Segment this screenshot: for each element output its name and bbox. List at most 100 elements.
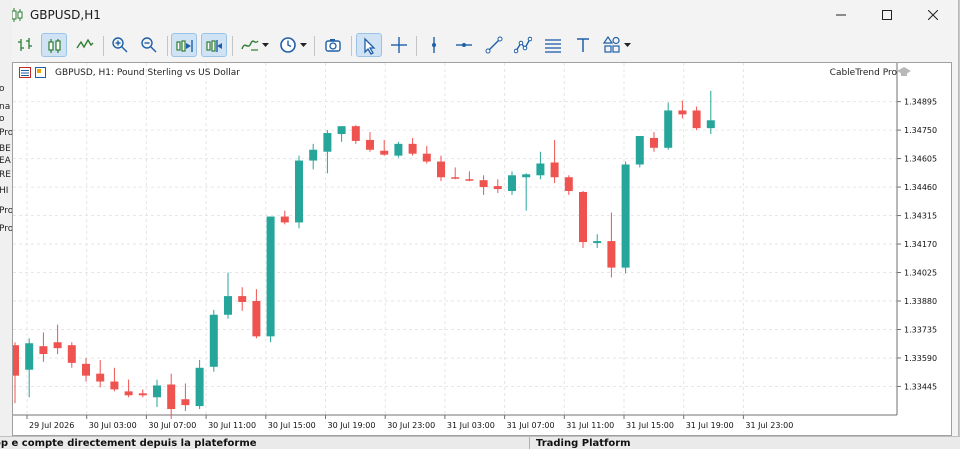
text-button[interactable]	[570, 33, 596, 57]
bearish-candle[interactable]	[451, 167, 460, 180]
bearish-candle[interactable]	[437, 155, 445, 182]
bullish-candle[interactable]	[621, 161, 630, 274]
bearish-candle[interactable]	[493, 179, 502, 193]
zoom-in-button[interactable]	[107, 33, 133, 57]
chart-area[interactable]: 1.34895 1.34750 1.34605 1.34460 1.34315 1.341…	[12, 62, 952, 436]
bearish-candle[interactable]	[579, 191, 587, 248]
price-chart[interactable]: 1.34895 1.34750 1.34605 1.34460 1.34315 1.341…	[13, 63, 951, 435]
bullish-candle[interactable]	[295, 155, 303, 229]
bearish-candle[interactable]	[607, 212, 616, 278]
close-button[interactable]	[910, 0, 956, 30]
vertical-line-button[interactable]	[421, 33, 447, 57]
channels-button[interactable]	[540, 33, 566, 57]
horizontal-line-button[interactable]	[451, 33, 477, 57]
shapes-icon	[603, 36, 620, 53]
bearish-candle[interactable]	[280, 210, 289, 225]
bearish-candle[interactable]	[422, 145, 431, 164]
toolbar-separator	[416, 36, 417, 56]
title-bar[interactable]: GBPUSD,H1	[0, 0, 958, 30]
bearish-candle[interactable]	[53, 324, 62, 355]
candle-body	[508, 175, 516, 191]
minimize-button[interactable]	[818, 0, 864, 30]
candle-body	[607, 241, 616, 268]
bearish-candle[interactable]	[167, 373, 176, 419]
bullish-candle[interactable]	[508, 171, 516, 195]
bullish-candle[interactable]	[195, 359, 204, 410]
bearish-candle[interactable]	[181, 383, 190, 412]
bullish-candle[interactable]	[394, 141, 403, 158]
bullish-candle[interactable]	[153, 379, 161, 408]
chevron-down-icon[interactable]	[262, 43, 269, 48]
bullish-candle[interactable]	[309, 143, 318, 170]
indicators-button[interactable]	[237, 33, 263, 57]
bearish-candle[interactable]	[692, 106, 701, 131]
zoom-out-button[interactable]	[136, 33, 162, 57]
bullish-candle[interactable]	[536, 151, 545, 180]
price-label: 1.34605	[904, 155, 937, 164]
screenshot-button[interactable]	[320, 33, 346, 57]
bearish-candle[interactable]	[550, 139, 559, 184]
bullish-candle[interactable]	[323, 130, 332, 174]
bullish-candle[interactable]	[337, 126, 346, 142]
bearish-candle[interactable]	[479, 175, 488, 195]
bullish-candle[interactable]	[266, 216, 275, 343]
time-label: 30 Jul 19:00	[328, 421, 376, 430]
bearish-candle[interactable]	[138, 389, 147, 398]
bearish-candle[interactable]	[39, 332, 48, 362]
bullish-candle[interactable]	[593, 234, 602, 248]
bullish-candle[interactable]	[224, 272, 232, 319]
candle-body	[650, 137, 658, 148]
shapes-button[interactable]	[599, 33, 625, 57]
bullish-candle[interactable]	[522, 173, 531, 211]
bearish-candle[interactable]	[13, 342, 19, 404]
chart-shift-button[interactable]	[201, 33, 227, 57]
chart-toolbar	[0, 30, 958, 62]
bullish-candle[interactable]	[25, 338, 34, 398]
bullish-candle[interactable]	[209, 309, 218, 372]
candle-body	[394, 143, 403, 156]
bearish-candle[interactable]	[252, 289, 261, 339]
bullish-candle[interactable]	[635, 136, 644, 168]
time-label: 31 Jul 07:00	[507, 421, 555, 430]
one-click-trading-icon[interactable]	[19, 67, 31, 78]
candle-body	[593, 241, 602, 244]
bearish-candle[interactable]	[380, 139, 389, 156]
bearish-candle[interactable]	[564, 175, 573, 195]
candlestick-button[interactable]	[41, 33, 67, 57]
bearish-candle[interactable]	[408, 137, 417, 156]
trendline-button[interactable]	[481, 33, 507, 57]
background-text-fragment: HI	[0, 186, 9, 196]
cursor-button[interactable]	[356, 33, 382, 57]
bearish-candle[interactable]	[110, 367, 119, 392]
chevron-down-icon[interactable]	[300, 43, 307, 48]
maximize-icon	[882, 10, 892, 20]
bearish-candle[interactable]	[67, 342, 76, 368]
bearish-candle[interactable]	[124, 379, 133, 398]
time-label: 29 Jul 2026	[29, 421, 74, 430]
chevron-down-icon[interactable]	[624, 43, 631, 48]
objects-button[interactable]	[510, 33, 536, 57]
maximize-button[interactable]	[864, 0, 910, 30]
timeframes-button[interactable]	[275, 33, 301, 57]
candle-body	[351, 126, 360, 141]
crosshair-button[interactable]	[386, 33, 412, 57]
bearish-candle[interactable]	[96, 359, 105, 388]
bullish-candle[interactable]	[706, 90, 715, 135]
candle-body	[692, 110, 701, 129]
bearish-candle[interactable]	[678, 100, 687, 119]
bullish-candle[interactable]	[664, 102, 673, 150]
symbol-info-icon[interactable]	[35, 67, 46, 78]
bar-chart-button[interactable]	[12, 33, 38, 57]
clock-icon	[280, 37, 296, 53]
background-text-fragment: Pro	[0, 128, 12, 138]
bearish-candle[interactable]	[366, 132, 374, 152]
bearish-candle[interactable]	[82, 357, 90, 382]
autoscroll-button[interactable]	[171, 33, 197, 57]
bearish-candle[interactable]	[238, 287, 247, 311]
bearish-candle[interactable]	[650, 132, 658, 152]
chart-symbol-description: GBPUSD, H1: Pound Sterling vs US Dollar	[55, 68, 240, 78]
bearish-candle[interactable]	[351, 125, 360, 144]
bearish-candle[interactable]	[465, 171, 474, 182]
candle-body	[323, 133, 332, 152]
line-chart-button[interactable]	[72, 33, 98, 57]
